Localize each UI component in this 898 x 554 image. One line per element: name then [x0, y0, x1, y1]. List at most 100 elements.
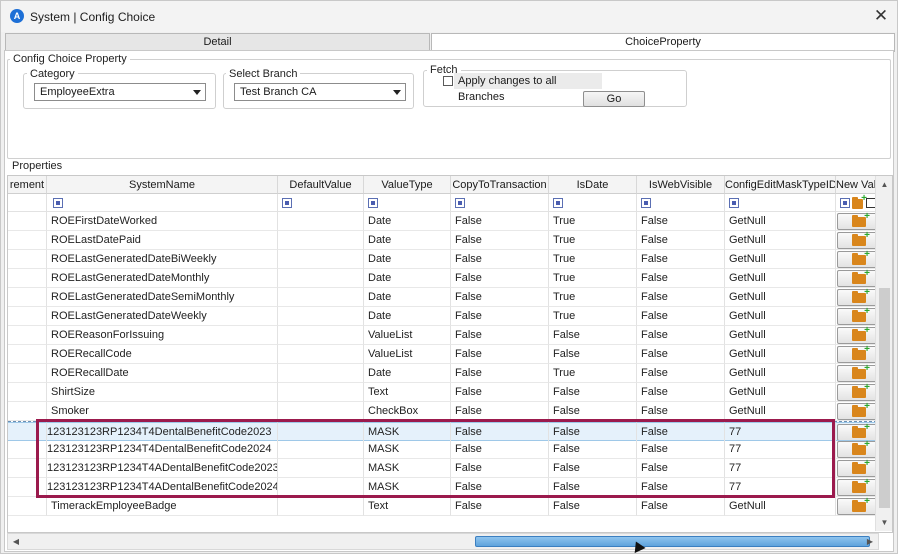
table-row[interactable]: ROELastGeneratedDateMonthly Date False True…: [8, 269, 877, 288]
systemname-cell[interactable]: ROELastDatePaid: [47, 231, 278, 250]
configeditmasktypeid-cell[interactable]: GetNull: [725, 307, 836, 326]
vertical-scroll-thumb[interactable]: [879, 288, 890, 508]
configeditmasktypeid-cell[interactable]: GetNull: [725, 231, 836, 250]
isdate-cell[interactable]: False: [549, 478, 637, 497]
iswebvisible-cell[interactable]: False: [637, 440, 725, 459]
horizontal-scrollbar[interactable]: ◀ ▶: [7, 533, 879, 550]
copytotransaction-cell[interactable]: False: [451, 497, 549, 516]
configeditmasktypeid-cell[interactable]: GetNull: [725, 497, 836, 516]
copytotransaction-cell[interactable]: False: [451, 402, 549, 421]
configeditmasktypeid-cell[interactable]: GetNull: [725, 269, 836, 288]
isdate-cell[interactable]: True: [549, 269, 637, 288]
scroll-down-icon[interactable]: ▼: [876, 516, 892, 530]
configeditmasktypeid-cell[interactable]: GetNull: [725, 212, 836, 231]
valuetype-cell[interactable]: Date: [364, 269, 451, 288]
add-new-value-button[interactable]: [837, 440, 876, 458]
configeditmasktypeid-cell[interactable]: 77: [725, 478, 836, 497]
copytotransaction-cell[interactable]: False: [451, 364, 549, 383]
copytotransaction-cell[interactable]: False: [451, 440, 549, 459]
defaultvalue-cell[interactable]: [278, 422, 364, 441]
defaultvalue-cell[interactable]: [278, 250, 364, 269]
add-new-value-button[interactable]: [837, 231, 876, 249]
isdate-cell[interactable]: False: [549, 422, 637, 441]
isdate-cell[interactable]: False: [549, 402, 637, 421]
copytotransaction-cell[interactable]: False: [451, 212, 549, 231]
systemname-cell[interactable]: ROELastGeneratedDateSemiMonthly: [47, 288, 278, 307]
new-val-cell[interactable]: [836, 250, 877, 269]
isdate-cell[interactable]: True: [549, 212, 637, 231]
table-row[interactable]: ROELastGeneratedDateBiWeekly Date False Tru…: [8, 250, 877, 269]
new-val-cell[interactable]: [836, 383, 877, 402]
configeditmasktypeid-cell[interactable]: GetNull: [725, 288, 836, 307]
table-row[interactable]: ROERecallDate Date False True False GetNull: [8, 364, 877, 383]
copytotransaction-cell[interactable]: False: [451, 459, 549, 478]
defaultvalue-cell[interactable]: [278, 288, 364, 307]
header-configeditmasktypeid-col[interactable]: ConfigEditMaskTypeID: [725, 176, 836, 194]
isdate-cell[interactable]: False: [549, 345, 637, 364]
isdate-cell[interactable]: False: [549, 459, 637, 478]
systemname-cell[interactable]: ROEReasonForIssuing: [47, 326, 278, 345]
add-new-value-button[interactable]: [837, 326, 876, 344]
table-row[interactable]: 123123123RP1234T4ADentalBenefitCode2024 M…: [8, 478, 877, 497]
iswebvisible-cell[interactable]: False: [637, 402, 725, 421]
copytotransaction-cell[interactable]: False: [451, 269, 549, 288]
configeditmasktypeid-cell[interactable]: GetNull: [725, 364, 836, 383]
configeditmasktypeid-cell[interactable]: GetNull: [725, 326, 836, 345]
copytotransaction-cell[interactable]: False: [451, 478, 549, 497]
defaultvalue-cell[interactable]: [278, 326, 364, 345]
valuetype-cell[interactable]: ValueList: [364, 326, 451, 345]
table-row[interactable]: Smoker CheckBox False False False GetNull: [8, 402, 877, 421]
systemname-cell[interactable]: ShirtSize: [47, 383, 278, 402]
new-val-cell[interactable]: [836, 497, 877, 516]
new-val-cell[interactable]: [836, 402, 877, 421]
filter-icon[interactable]: [840, 198, 850, 208]
add-new-value-button[interactable]: [837, 269, 876, 287]
defaultvalue-cell[interactable]: [278, 345, 364, 364]
scroll-right-icon[interactable]: ▶: [864, 535, 876, 549]
close-icon[interactable]: ✕: [871, 6, 891, 26]
isdate-cell[interactable]: False: [549, 383, 637, 402]
header-valuetype-col[interactable]: ValueType: [364, 176, 451, 194]
iswebvisible-cell[interactable]: False: [637, 250, 725, 269]
systemname-cell[interactable]: 123123123RP1234T4DentalBenefitCode2024: [47, 440, 278, 459]
defaultvalue-cell[interactable]: [278, 269, 364, 288]
new-val-cell[interactable]: [836, 212, 877, 231]
apply-all-branches-checkbox[interactable]: [443, 76, 453, 86]
add-new-value-button[interactable]: [837, 459, 876, 477]
header-systemname-col[interactable]: SystemName: [47, 176, 278, 194]
add-new-value-button[interactable]: [837, 478, 876, 496]
isdate-cell[interactable]: True: [549, 307, 637, 326]
copytotransaction-cell[interactable]: False: [451, 288, 549, 307]
copytotransaction-cell[interactable]: False: [451, 422, 549, 441]
add-new-value-button[interactable]: [837, 345, 876, 363]
header-isdate-col[interactable]: IsDate: [549, 176, 637, 194]
category-select[interactable]: EmployeeExtra: [34, 83, 206, 101]
isdate-cell[interactable]: False: [549, 497, 637, 516]
add-new-value-button[interactable]: [837, 212, 876, 230]
defaultvalue-cell[interactable]: [278, 231, 364, 250]
defaultvalue-cell[interactable]: [278, 212, 364, 231]
iswebvisible-cell[interactable]: False: [637, 478, 725, 497]
new-val-cell[interactable]: [836, 459, 877, 478]
defaultvalue-cell[interactable]: [278, 459, 364, 478]
table-row[interactable]: ROELastDatePaid Date False True False GetNull: [8, 231, 877, 250]
add-new-value-button[interactable]: [837, 364, 876, 382]
systemname-cell[interactable]: 123123123RP1234T4ADentalBenefitCode2023: [47, 459, 278, 478]
valuetype-cell[interactable]: CheckBox: [364, 402, 451, 421]
scroll-up-icon[interactable]: ▲: [876, 178, 892, 192]
isdate-cell[interactable]: True: [549, 231, 637, 250]
configeditmasktypeid-cell[interactable]: 77: [725, 459, 836, 478]
isdate-cell[interactable]: False: [549, 440, 637, 459]
add-new-value-button[interactable]: [837, 402, 876, 420]
new-val-cell[interactable]: [836, 478, 877, 497]
valuetype-cell[interactable]: Date: [364, 212, 451, 231]
defaultvalue-cell[interactable]: [278, 383, 364, 402]
defaultvalue-cell[interactable]: [278, 478, 364, 497]
filter-icon[interactable]: [368, 198, 378, 208]
defaultvalue-cell[interactable]: [278, 402, 364, 421]
valuetype-cell[interactable]: MASK: [364, 459, 451, 478]
valuetype-cell[interactable]: Date: [364, 231, 451, 250]
configeditmasktypeid-cell[interactable]: 77: [725, 440, 836, 459]
table-row[interactable]: ROERecallCode ValueList False False False Get…: [8, 345, 877, 364]
header-new-val-col[interactable]: New Val: [836, 176, 877, 194]
